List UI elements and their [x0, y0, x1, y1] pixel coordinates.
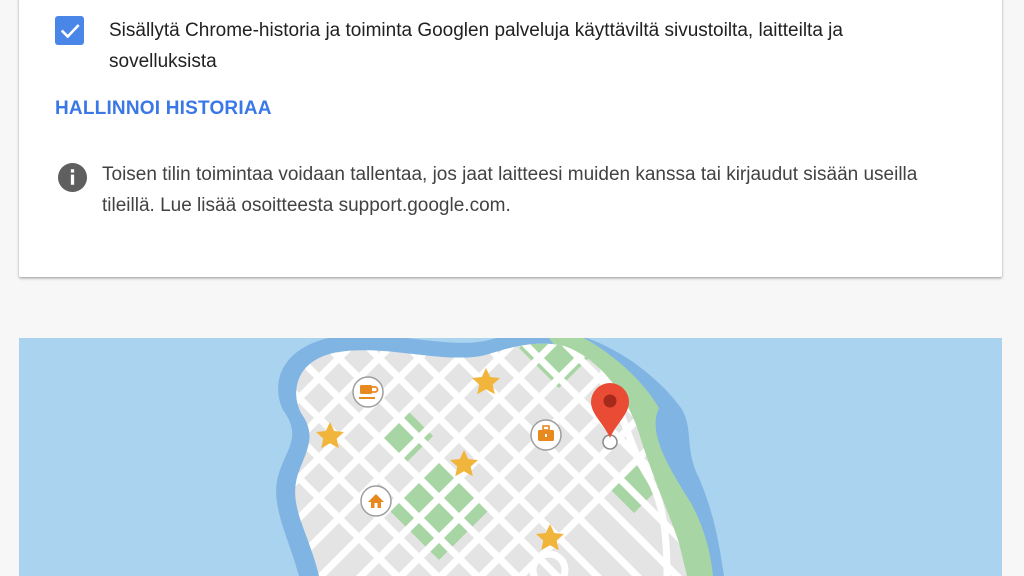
- info-text: Toisen tilin toimintaa voidaan tallentaa…: [102, 164, 918, 216]
- include-chrome-history-row[interactable]: Sisällytä Chrome-historia ja toiminta Go…: [55, 16, 939, 77]
- manage-history-link[interactable]: HALLINNOI HISTORIAA: [55, 98, 272, 120]
- activity-settings-card: Sisällytä Chrome-historia ja toiminta Go…: [19, 0, 1002, 277]
- map-svg: [19, 338, 1002, 576]
- include-chrome-history-checkbox[interactable]: [55, 16, 84, 45]
- briefcase-icon: [530, 419, 562, 451]
- info-notice: Toisen tilin toimintaa voidaan tallentaa…: [57, 160, 952, 221]
- include-chrome-history-label: Sisällytä Chrome-historia ja toiminta Go…: [109, 20, 843, 72]
- checkmark-icon: [60, 23, 80, 38]
- info-icon: [57, 162, 88, 193]
- coffee-icon: [352, 376, 384, 408]
- map-illustration: [19, 338, 1002, 576]
- home-icon: [360, 485, 392, 517]
